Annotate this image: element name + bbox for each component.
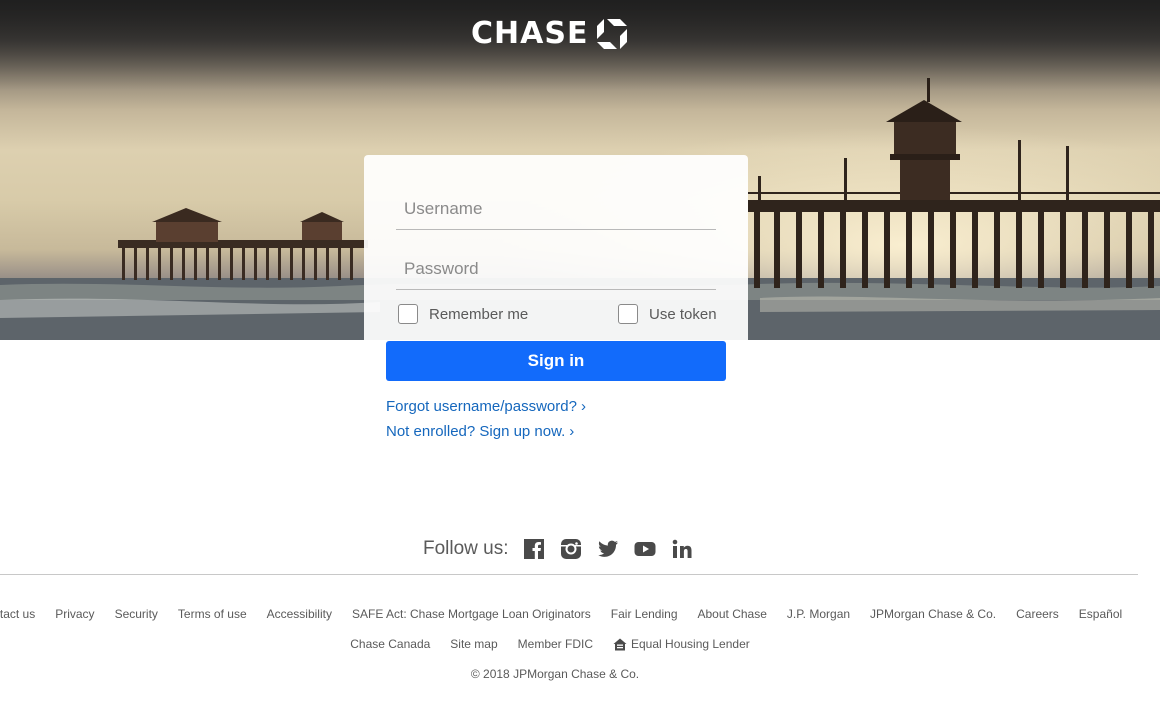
chevron-right-icon: › — [569, 423, 575, 440]
footer-link-terms-of-use[interactable]: Terms of use — [178, 607, 247, 621]
follow-us: Follow us: — [423, 535, 693, 563]
use-token-box[interactable] — [618, 304, 638, 324]
footer-link-member-fdic[interactable]: Member FDIC — [518, 637, 593, 651]
footer-link-fair-lending[interactable]: Fair Lending — [611, 607, 678, 621]
chase-octagon-logo-icon — [597, 19, 628, 49]
forgot-credentials-link[interactable]: Forgot username/password? › — [386, 398, 586, 415]
chase-logo-text: CHASE — [471, 16, 589, 51]
enroll-label: Not enrolled? Sign up now. — [386, 423, 566, 440]
copyright-text: © 2018 JPMorgan Chase & Co. — [470, 667, 640, 681]
chevron-right-icon: › — [580, 398, 586, 415]
remember-me-checkbox[interactable]: Remember me — [398, 303, 528, 325]
forgot-credentials-label: Forgot username/password? — [386, 398, 577, 415]
instagram-icon[interactable] — [560, 538, 582, 560]
social-links — [523, 538, 693, 560]
footer-link-accessibility[interactable]: Accessibility — [267, 607, 332, 621]
footer-links-primary: Contact us Privacy Security Terms of use… — [0, 607, 1122, 621]
remember-me-box[interactable] — [398, 304, 418, 324]
username-field[interactable] — [396, 188, 716, 230]
facebook-icon[interactable] — [523, 538, 545, 560]
footer-link-privacy[interactable]: Privacy — [55, 607, 94, 621]
footer-link-equal-housing-lender[interactable]: Equal Housing Lender — [613, 637, 750, 651]
footer-link-jpmorgan-chase-co[interactable]: JPMorgan Chase & Co. — [870, 607, 996, 621]
enroll-link[interactable]: Not enrolled? Sign up now. › — [386, 423, 574, 440]
sign-in-button[interactable]: Sign in — [386, 341, 726, 381]
footer-link-about-chase[interactable]: About Chase — [698, 607, 767, 621]
chase-logo[interactable]: CHASE — [471, 16, 628, 52]
footer-divider — [0, 574, 1138, 575]
password-field[interactable] — [396, 248, 716, 290]
footer-link-jp-morgan[interactable]: J.P. Morgan — [787, 607, 850, 621]
use-token-label: Use token — [649, 305, 717, 323]
use-token-checkbox[interactable]: Use token — [618, 303, 717, 325]
follow-us-label: Follow us: — [423, 538, 509, 559]
equal-housing-label: Equal Housing Lender — [631, 637, 750, 651]
footer-link-contact-us[interactable]: Contact us — [0, 607, 35, 621]
linkedin-icon[interactable] — [671, 538, 693, 560]
twitter-icon[interactable] — [597, 538, 619, 560]
remember-me-label: Remember me — [429, 305, 529, 323]
footer-link-chase-canada[interactable]: Chase Canada — [350, 637, 430, 651]
footer-link-site-map[interactable]: Site map — [450, 637, 497, 651]
footer-link-safe-act[interactable]: SAFE Act: Chase Mortgage Loan Originator… — [352, 607, 591, 621]
equal-housing-icon — [613, 638, 627, 650]
youtube-icon[interactable] — [634, 538, 656, 560]
footer-link-careers[interactable]: Careers — [1016, 607, 1059, 621]
login-panel: Remember me Use token — [364, 155, 748, 341]
footer-link-security[interactable]: Security — [115, 607, 158, 621]
footer-links-secondary: Chase Canada Site map Member FDIC Equal … — [0, 637, 1100, 651]
footer-link-espanol[interactable]: Español — [1079, 607, 1122, 621]
